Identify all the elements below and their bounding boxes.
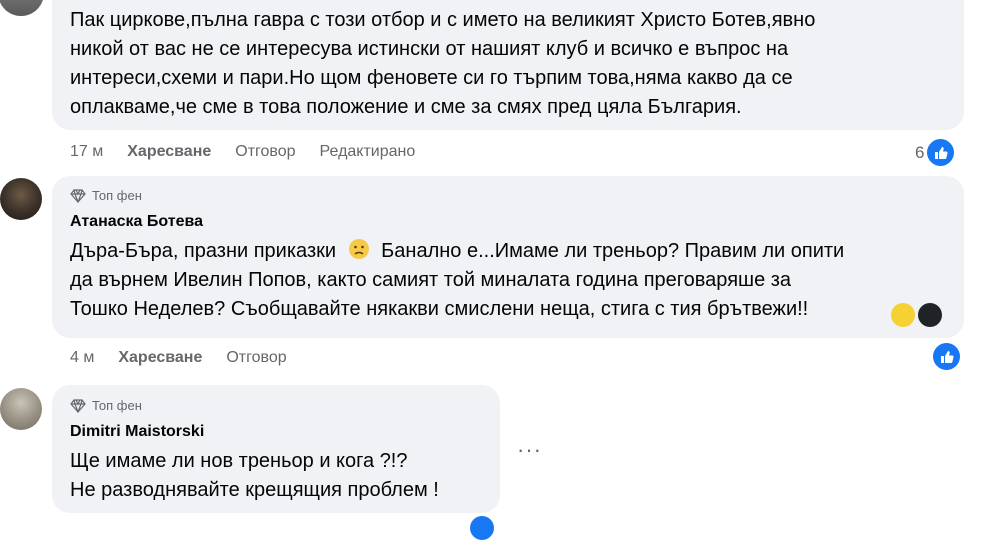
comment-actions: 4 м Харесване Отговор (70, 349, 311, 367)
comment-actions: 17 м Харесване Отговор Редактирано (70, 143, 439, 161)
top-fan-badge[interactable]: Топ фен (70, 188, 142, 203)
reaction-summary[interactable] (933, 343, 960, 370)
reaction-count: 6 (915, 142, 925, 162)
like-reaction-icon (933, 343, 960, 370)
edited-label[interactable]: Редактирано (320, 143, 416, 161)
like-reaction-icon (470, 516, 494, 540)
comment-author[interactable]: Атанаска Ботева (70, 213, 203, 231)
comment-text-segment: Тошко Неделев? Съобщавайте някакви смисл… (70, 298, 809, 320)
badge-label: Топ фен (92, 188, 142, 203)
comment-time[interactable]: 17 м (70, 143, 103, 161)
comment-author[interactable]: Dimitri Maistorski (70, 423, 204, 441)
comment-text-line: да върнем Ивелин Попов, както самият той… (70, 269, 792, 291)
comment-text-segment: Дъра-Бъра, празни приказки (70, 240, 337, 262)
more-options-icon[interactable]: ··· (517, 437, 542, 463)
reaction-emoji-yellow (891, 303, 915, 327)
reaction-emoji-dark (918, 303, 942, 327)
comment-text-line: Тошко Неделев? Съобщавайте някакви смисл… (70, 295, 808, 324)
comment-text-line: Не разводнявайте крещящия проблем ! (70, 479, 439, 501)
reaction-summary[interactable]: 6 (915, 139, 955, 166)
comment-text-line: оплакваме,че сме в това положение и сме … (70, 96, 742, 118)
diamond-icon (70, 398, 86, 413)
avatar-previous[interactable] (0, 0, 44, 16)
reply-button[interactable]: Отговор (226, 349, 286, 367)
comment-text-line: Дъра-Бъра, празни приказки Банално е...И… (70, 237, 844, 269)
badge-label: Топ фен (92, 398, 142, 413)
like-button[interactable]: Харесване (127, 143, 211, 161)
like-button[interactable]: Харесване (118, 349, 202, 367)
avatar[interactable] (0, 178, 42, 220)
comment-text-line: Ще имаме ли нов треньор и кога ?!? (70, 450, 408, 472)
comment-text-line: Пак циркове,пълна гавра с този отбор и с… (70, 9, 816, 31)
avatar[interactable] (0, 388, 42, 430)
like-reaction-icon (927, 139, 955, 166)
diamond-icon (70, 188, 86, 203)
comment-text-line: интереси,схеми и пари.Но щом феновете си… (70, 67, 793, 89)
confused-face-emoji (348, 238, 370, 269)
top-fan-badge[interactable]: Топ фен (70, 398, 142, 413)
comment-time[interactable]: 4 м (70, 349, 94, 367)
comment-text-segment: Банално е...Имаме ли треньор? Правим ли … (381, 240, 845, 262)
comment-text-line: никой от вас не се интересува истински о… (70, 38, 789, 60)
reply-button[interactable]: Отговор (235, 143, 295, 161)
